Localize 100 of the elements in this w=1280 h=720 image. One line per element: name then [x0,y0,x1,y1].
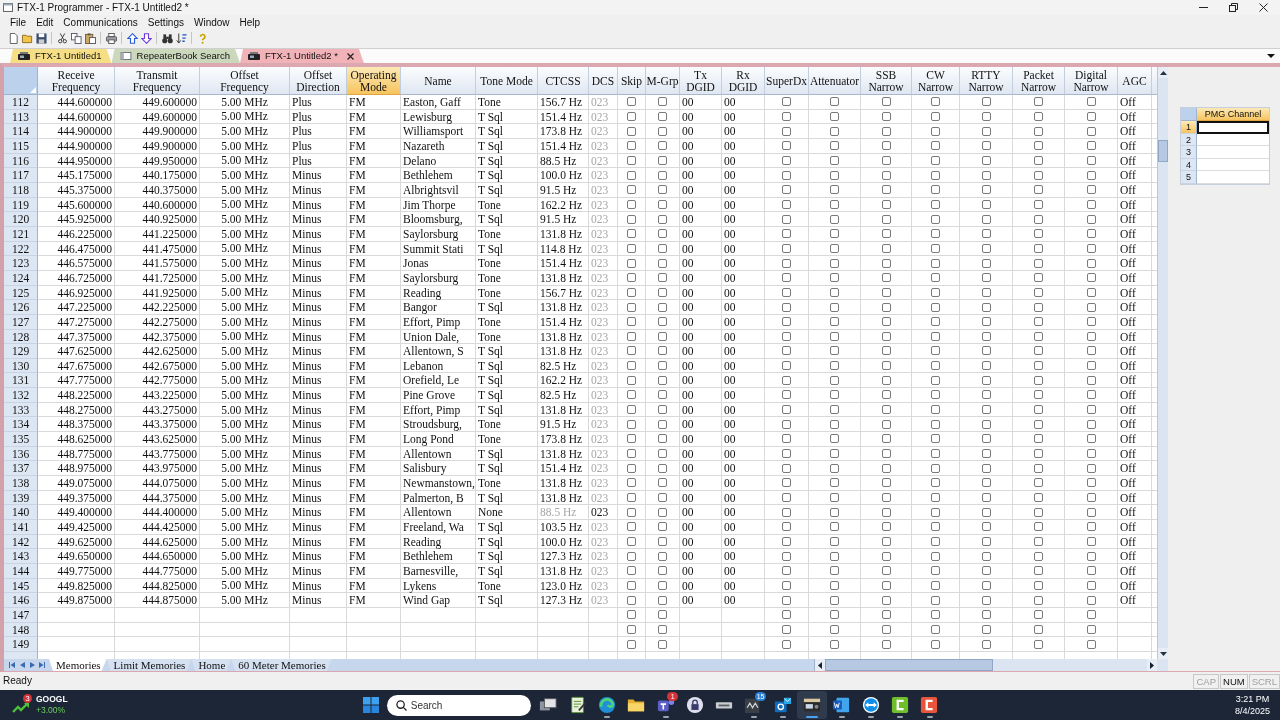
checkbox[interactable] [881,199,891,209]
checkbox[interactable] [1086,346,1096,356]
column-header[interactable]: Name [401,67,476,95]
checkbox[interactable] [1034,493,1043,503]
scroll-down-button[interactable] [1158,648,1168,659]
checkbox[interactable] [658,141,667,151]
checkbox[interactable] [1086,581,1096,590]
checkbox[interactable] [981,331,991,341]
checkbox[interactable] [931,331,940,341]
checkbox[interactable] [1086,522,1096,532]
menu-item[interactable]: Edit [31,16,59,29]
checkbox[interactable] [658,639,667,649]
checkbox[interactable] [1086,214,1096,224]
checkbox[interactable] [1086,229,1096,239]
sheet-tab[interactable]: Memories [49,659,107,671]
column-header[interactable]: RTTY Narrow [960,67,1013,95]
checkbox[interactable] [981,419,991,429]
checkbox[interactable] [830,566,839,576]
checkbox[interactable] [627,141,636,151]
next-sheet-button[interactable] [27,659,37,671]
checkbox[interactable] [830,287,839,297]
checkbox[interactable] [658,522,667,532]
menu-item[interactable]: File [5,16,32,29]
checkbox[interactable] [931,112,940,121]
checkbox[interactable] [1086,361,1096,371]
search-field[interactable]: Search [386,694,531,716]
column-header[interactable]: CTCSS [538,67,589,95]
column-header[interactable]: Tx DGID [680,67,722,95]
checkbox[interactable] [881,141,891,151]
checkbox[interactable] [782,419,791,429]
checkbox[interactable] [830,302,839,312]
checkbox[interactable] [627,551,636,561]
column-header[interactable]: Offset Direction [290,67,347,95]
checkbox[interactable] [1086,112,1096,121]
checkbox[interactable] [658,317,667,327]
checkbox[interactable] [981,595,991,605]
checkbox[interactable] [782,375,791,385]
checkbox[interactable] [881,610,891,620]
checkbox[interactable] [881,229,891,239]
checkbox[interactable] [931,141,940,151]
checkbox[interactable] [782,112,791,121]
column-header[interactable]: Digital Narrow [1065,67,1118,95]
checkbox[interactable] [881,155,891,165]
checkbox[interactable] [782,141,791,151]
checkbox[interactable] [658,537,667,546]
checkbox[interactable] [931,434,940,444]
checkbox[interactable] [881,478,891,488]
checkbox[interactable] [881,566,891,576]
checkbox[interactable] [1034,610,1043,620]
checkbox[interactable] [658,566,667,576]
checkbox[interactable] [658,361,667,371]
row-number[interactable]: 132 [4,388,38,403]
checkbox[interactable] [627,463,636,473]
checkbox[interactable] [1034,449,1043,459]
checkbox[interactable] [931,185,940,195]
checkbox[interactable] [658,229,667,239]
checkbox[interactable] [981,361,991,371]
checkbox[interactable] [1034,185,1043,195]
checkbox[interactable] [1086,287,1096,297]
checkbox[interactable] [627,287,636,297]
checkbox[interactable] [931,419,940,429]
checkbox[interactable] [881,405,891,415]
horizontal-scrollbar[interactable] [814,659,1157,671]
checkbox[interactable] [658,243,667,253]
checkbox[interactable] [1034,170,1043,180]
checkbox[interactable] [1086,258,1096,268]
checkbox[interactable] [830,199,839,209]
checkbox[interactable] [1086,463,1096,473]
checkbox[interactable] [658,493,667,503]
checkbox[interactable] [881,346,891,356]
checkbox[interactable] [627,331,636,341]
checkbox[interactable] [658,287,667,297]
checkbox[interactable] [830,610,839,620]
checkbox[interactable] [1086,419,1096,429]
checkbox[interactable] [881,170,891,180]
checkbox[interactable] [881,112,891,121]
checkbox[interactable] [931,97,940,107]
checkbox[interactable] [830,185,839,195]
checkbox[interactable] [782,478,791,488]
column-header[interactable]: SSB Narrow [861,67,912,95]
checkbox[interactable] [830,361,839,371]
checkbox[interactable] [658,112,667,121]
checkbox[interactable] [981,199,991,209]
row-number[interactable]: 144 [4,564,38,579]
checkbox[interactable] [782,522,791,532]
checkbox[interactable] [881,390,891,400]
checkbox[interactable] [782,551,791,561]
checkbox[interactable] [1086,537,1096,546]
checkbox[interactable] [782,449,791,459]
checkbox[interactable] [627,302,636,312]
column-header[interactable]: Packet Narrow [1013,67,1065,95]
checkbox[interactable] [658,273,667,283]
checkbox[interactable] [830,331,839,341]
checkbox[interactable] [981,375,991,385]
document-tab[interactable]: FTX-1 Untitled2 * [240,49,364,63]
checkbox[interactable] [1086,478,1096,488]
checkbox[interactable] [627,214,636,224]
checkbox[interactable] [1086,141,1096,151]
checkbox[interactable] [1086,331,1096,341]
checkbox[interactable] [1034,478,1043,488]
